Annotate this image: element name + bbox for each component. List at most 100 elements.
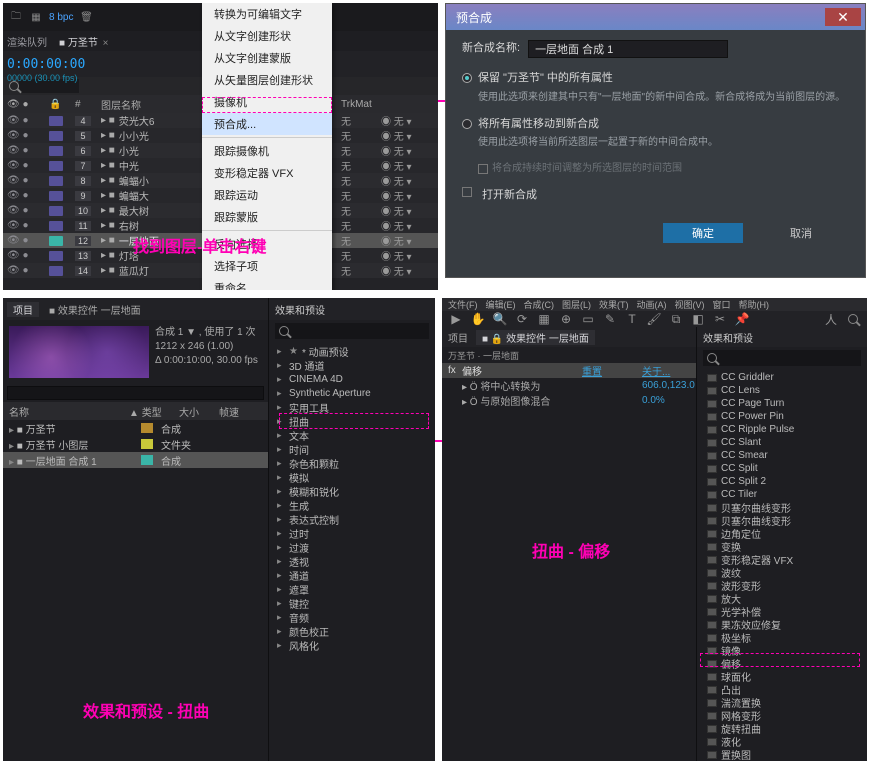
effect-item[interactable]: CC Slant [701, 436, 863, 449]
bpc-indicator[interactable]: 8 bpc [49, 12, 73, 23]
close-button[interactable]: ✕ [825, 8, 861, 26]
effect-property[interactable]: ▸ Ö 将中心转换为606.0,123.0 [442, 378, 696, 393]
effect-header[interactable]: fx 偏移 重置 关于... [442, 363, 696, 378]
trash-icon[interactable]: 🗑 [79, 10, 93, 24]
effect-category[interactable]: ▸风格化 [273, 638, 431, 652]
effect-category[interactable]: ▸杂色和颗粒 [273, 456, 431, 470]
menu-item[interactable]: 效果(T) [599, 298, 629, 311]
layer-trkmat[interactable]: 无 [341, 143, 381, 158]
brush-tool-icon[interactable]: 🖌 [646, 311, 662, 327]
new-icon[interactable]: ▦ [29, 10, 43, 24]
tab-composition[interactable]: ■ 万圣节 × [59, 34, 108, 49]
effect-item[interactable]: CC Smear [701, 449, 863, 462]
roto-tool-icon[interactable]: ✂ [712, 311, 728, 327]
project-item[interactable]: ▸ ■ 万圣节合成 [3, 420, 268, 436]
layer-trkmat[interactable]: 无 [341, 173, 381, 188]
effect-item[interactable]: CC Split 2 [701, 475, 863, 488]
label-color[interactable] [49, 221, 63, 231]
menu-item[interactable]: 跟踪蒙版 [202, 206, 332, 228]
option-open-new[interactable]: 打开新合成 [462, 187, 849, 205]
layer-trkmat[interactable]: 无 [341, 158, 381, 173]
visibility-icon[interactable]: 👁 ● [7, 265, 49, 276]
about-link[interactable]: 关于... [642, 363, 692, 378]
rotate-tool-icon[interactable]: ⟳ [514, 311, 530, 327]
option-move-attributes[interactable]: 将所有属性移动到新合成 [462, 116, 849, 134]
visibility-icon[interactable]: 👁 ● [7, 220, 49, 231]
menu-item[interactable]: 重命名 [202, 277, 332, 290]
layer-trkmat[interactable]: 无 [341, 113, 381, 128]
effect-category[interactable]: ▸Synthetic Aperture [273, 386, 431, 400]
project-item[interactable]: ▸ ■ 一层地面 合成 1合成 [3, 452, 268, 468]
pen-tool-icon[interactable]: ✎ [602, 311, 618, 327]
col-framerate[interactable]: 帧速 [219, 404, 259, 419]
option-leave-attributes[interactable]: 保留 "万圣节" 中的所有属性 [462, 70, 849, 88]
label-color[interactable] [49, 146, 63, 156]
menu-item[interactable]: 从文字创建形状 [202, 25, 332, 47]
col-size[interactable]: 大小 [179, 404, 219, 419]
pan-behind-tool-icon[interactable]: ⊕ [558, 311, 574, 327]
label-color[interactable] [49, 161, 63, 171]
visibility-icon[interactable]: 👁 ● [7, 145, 49, 156]
effect-category[interactable]: ▸键控 [273, 596, 431, 610]
menu-item[interactable]: 变形稳定器 VFX [202, 162, 332, 184]
visibility-icon[interactable]: 👁 ● [7, 160, 49, 171]
effect-item[interactable]: CC Ripple Pulse [701, 423, 863, 436]
stamp-tool-icon[interactable]: ⧉ [668, 311, 684, 327]
effect-category[interactable]: ▸通道 [273, 568, 431, 582]
label-color[interactable] [49, 251, 63, 261]
effect-category[interactable]: ▸透视 [273, 554, 431, 568]
visibility-icon[interactable]: 👁 ● [7, 250, 49, 261]
label-color[interactable] [49, 176, 63, 186]
menu-item[interactable]: 选择子项 [202, 255, 332, 277]
search-icon[interactable] [845, 311, 861, 327]
effect-item[interactable]: CC Page Turn [701, 397, 863, 410]
effect-category[interactable]: ▸颜色校正 [273, 624, 431, 638]
close-icon[interactable]: × [103, 38, 109, 49]
layer-trkmat[interactable]: 无 [341, 128, 381, 143]
effect-item[interactable]: CC Power Pin [701, 410, 863, 423]
menu-item[interactable]: 动画(A) [637, 298, 667, 311]
shape-tool-icon[interactable]: ▭ [580, 311, 596, 327]
hand-tool-icon[interactable]: ✋ [470, 311, 486, 327]
folder-icon[interactable]: 🗀 [9, 10, 23, 24]
menu-item[interactable]: 图层(L) [562, 298, 591, 311]
effect-category[interactable]: ▸遮罩 [273, 582, 431, 596]
visibility-icon[interactable]: 👁 ● [7, 235, 49, 246]
menu-item[interactable]: 帮助(H) [739, 298, 770, 311]
tab-effect-controls[interactable]: ■ 效果控件 一层地面 [43, 302, 147, 317]
tab-project[interactable]: 项目 [442, 330, 474, 345]
menu-item[interactable]: 转换为可编辑文字 [202, 3, 332, 25]
effects-search-input[interactable] [721, 353, 857, 364]
cancel-button[interactable]: 取消 [761, 223, 841, 243]
effect-category[interactable]: ▸生成 [273, 498, 431, 512]
effect-category[interactable]: ▸3D 通道 [273, 358, 431, 372]
text-tool-icon[interactable]: T [624, 311, 640, 327]
workspace-icon[interactable]: 人 [823, 311, 839, 327]
composition-name-input[interactable] [528, 40, 728, 58]
effect-category[interactable]: ▸音频 [273, 610, 431, 624]
visibility-icon[interactable]: 👁 ● [7, 115, 49, 126]
visibility-icon[interactable]: 👁 ● [7, 205, 49, 216]
effect-category[interactable]: ▸文本 [273, 428, 431, 442]
menu-item[interactable]: 文件(F) [448, 298, 478, 311]
label-color[interactable] [49, 236, 63, 246]
effect-item[interactable]: CC Split [701, 462, 863, 475]
effect-property[interactable]: ▸ Ö 与原始图像混合0.0% [442, 393, 696, 408]
col-type[interactable]: ▲ 类型 [129, 404, 179, 419]
puppet-tool-icon[interactable]: 📌 [734, 311, 750, 327]
layer-trkmat[interactable]: 无 [341, 218, 381, 233]
effect-category[interactable]: ▸表达式控制 [273, 512, 431, 526]
layer-trkmat[interactable]: 无 [341, 203, 381, 218]
label-color[interactable] [49, 206, 63, 216]
layer-trkmat[interactable]: 无 [341, 188, 381, 203]
effect-category[interactable]: ▸模糊和锐化 [273, 484, 431, 498]
menu-item[interactable]: 编辑(E) [486, 298, 516, 311]
ok-button[interactable]: 确定 [663, 223, 743, 243]
timecode[interactable]: 0:00:00:00 [7, 57, 85, 72]
visibility-icon[interactable]: 👁 ● [7, 175, 49, 186]
fx-toggle-icon[interactable]: fx [448, 365, 462, 376]
effect-category[interactable]: ▸CINEMA 4D [273, 372, 431, 386]
tab-project[interactable]: 项目 [7, 302, 39, 317]
menu-item[interactable]: 从文字创建蒙版 [202, 47, 332, 69]
col-name[interactable]: 名称 [9, 404, 129, 419]
